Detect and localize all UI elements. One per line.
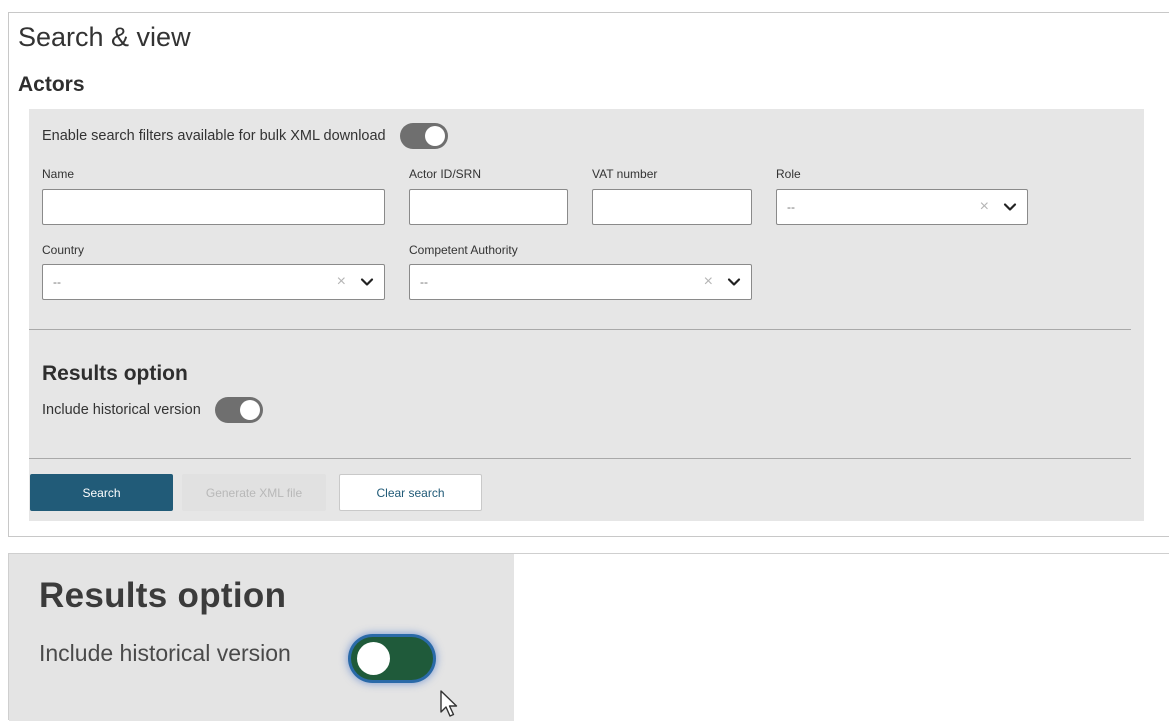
bulk-download-row: Enable search filters available for bulk… [42,123,448,149]
historical-version-label: Include historical version [42,402,201,418]
chevron-down-icon[interactable] [360,275,374,289]
results-option-title: Results option [42,362,188,385]
historical-version-row: Include historical version [42,397,263,423]
role-select-value: -- [787,200,795,214]
section-title-actors: Actors [18,73,85,96]
search-filter-box: Enable search filters available for bulk… [29,109,1144,521]
actor-id-label: Actor ID/SRN [409,167,482,181]
zoom-results-option-title: Results option [39,576,287,615]
clear-search-button[interactable]: Clear search [339,474,482,511]
close-icon[interactable]: × [980,199,989,215]
search-view-panel: Search & view Actors Enable search filte… [8,12,1169,537]
zoom-historical-version-label: Include historical version [39,640,291,666]
historical-version-toggle[interactable] [214,397,263,423]
toggle-knob [239,400,260,420]
zoom-inset-background: Results option Include historical versio… [9,554,514,721]
country-label: Country [42,243,85,257]
search-button[interactable]: Search [30,474,173,511]
actor-id-input[interactable] [409,189,568,225]
page-title: Search & view [18,22,191,52]
role-label: Role [776,167,801,181]
name-input[interactable] [42,189,385,225]
close-icon[interactable]: × [337,274,346,290]
competent-authority-label: Competent Authority [409,243,518,257]
zoom-historical-version-toggle[interactable] [351,637,433,680]
bulk-download-label: Enable search filters available for bulk… [42,128,386,144]
name-label: Name [42,167,75,181]
competent-authority-select-value: -- [420,275,428,289]
toggle-knob [357,642,390,675]
competent-authority-select[interactable]: -- × [409,264,752,300]
vat-number-label: VAT number [592,167,658,181]
buttons-divider [29,458,1131,459]
generate-xml-button[interactable]: Generate XML file [182,474,326,511]
country-select[interactable]: -- × [42,264,385,300]
section-divider [29,329,1131,330]
role-select[interactable]: -- × [776,189,1028,225]
country-select-value: -- [53,275,61,289]
chevron-down-icon[interactable] [1003,200,1017,214]
close-icon[interactable]: × [704,274,713,290]
toggle-knob [424,126,445,146]
mouse-cursor-icon [440,690,458,717]
zoom-inset: Results option Include historical versio… [8,553,1169,721]
bulk-download-toggle[interactable] [399,123,448,149]
vat-number-input[interactable] [592,189,752,225]
chevron-down-icon[interactable] [727,275,741,289]
